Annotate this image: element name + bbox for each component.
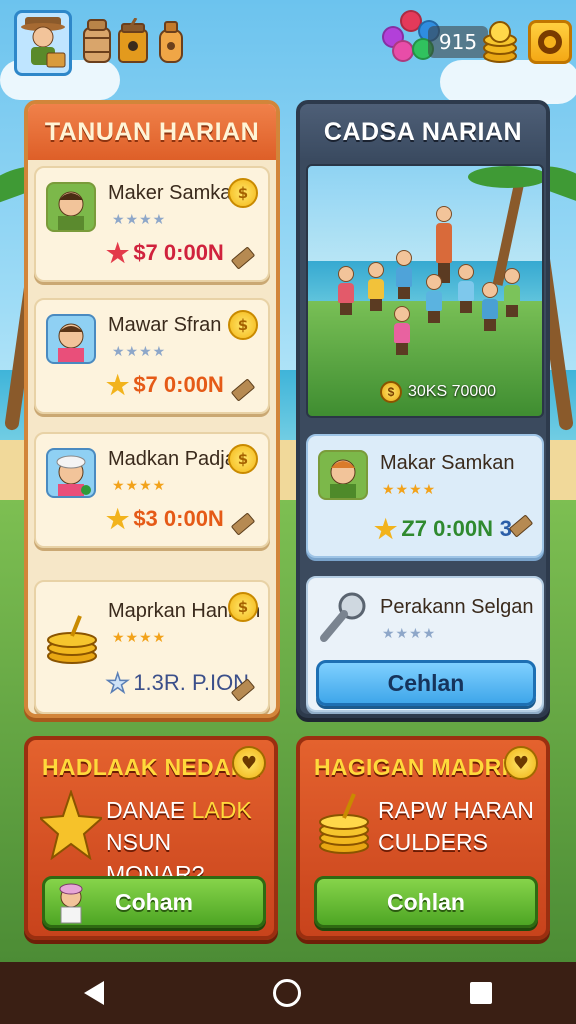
menu-button[interactable] [528, 20, 572, 64]
player-avatar-icon[interactable] [14, 10, 72, 76]
task-card[interactable]: Mawar Sfran ★★★★ ★ $7 0:00N $ [34, 298, 270, 414]
character-avatar-icon [46, 314, 96, 364]
person-figure [458, 264, 474, 313]
task-name: Perakann Selgan [380, 596, 534, 618]
potion-bottle-icon[interactable] [154, 18, 188, 66]
task-stars: ★★★★ [112, 478, 167, 494]
coin-icon[interactable]: $ [228, 592, 258, 622]
task-name: Mawar Sfran [108, 314, 222, 336]
person-figure [396, 250, 412, 299]
special-tasks-panel: CADSA NARIAN $ 30KS 70000 Makar Samkan ★… [296, 100, 550, 718]
barrel-icon[interactable] [80, 18, 114, 66]
star-icon: ★ [106, 504, 130, 534]
task-name: Makar Samkan [380, 452, 515, 474]
scene-prize-label: $ 30KS 70000 [376, 378, 504, 406]
character-avatar-icon [318, 450, 368, 500]
task-reward: ★ $3 0:00N [106, 504, 224, 534]
character-avatar-icon [46, 448, 96, 498]
recent-apps-icon[interactable] [469, 982, 492, 1004]
promo-title: HAGIGAN MADRIK [314, 754, 526, 780]
task-stars: ★★★★ [382, 482, 437, 498]
star-icon: ★ [105, 667, 130, 699]
task-reward: ★ $7 0:00N [106, 370, 224, 400]
home-icon[interactable] [272, 979, 301, 1007]
coin-icon: $ [380, 381, 402, 403]
task-card[interactable]: Maker Samkan ★★★★ ★ $7 0:00N $ [34, 166, 270, 282]
daily-tasks-title: TANUAN HARIAN [28, 104, 276, 160]
person-figure [426, 274, 442, 323]
coin-icon[interactable]: $ [228, 178, 258, 208]
task-card[interactable]: Madkan Padjan ★★★★ ★ $3 0:00N $ [34, 432, 270, 548]
star-icon: ★ [374, 514, 398, 544]
magnifier-icon [320, 592, 366, 642]
task-name: Madkan Padjan [108, 448, 247, 470]
top-bar: 915 [10, 8, 572, 76]
gold-star-icon [40, 790, 102, 860]
promo-text: RAPW HARAN CULDERS [378, 797, 534, 855]
special-task-card[interactable]: Perakann Selgan ★★★★ Cehlan [306, 576, 544, 712]
star-icon: ★ [106, 370, 130, 400]
promo-title: HADLAAK NEDAHI! [42, 754, 263, 780]
promo-card-left: HADLAAK NEDAHI! ♥ DANAE LADK NSUN MONAR?… [24, 736, 278, 940]
person-figure [338, 266, 354, 315]
gold-coins-icon [319, 793, 369, 854]
cehlan-button[interactable]: Cehlan [316, 660, 536, 706]
character-avatar-icon [46, 182, 96, 232]
coin-icon[interactable]: $ [228, 310, 258, 340]
group-scene-image: $ 30KS 70000 [306, 164, 544, 418]
edit-pencil-icon[interactable] [230, 246, 256, 270]
task-reward: ★ $7 0:00N [106, 238, 224, 268]
special-tasks-title: CADSA NARIAN [300, 104, 546, 160]
heart-badge-icon[interactable]: ♥ [232, 746, 266, 780]
gold-coins-icon [47, 615, 97, 664]
person-figure [394, 306, 410, 355]
task-name: Maker Samkan [108, 182, 243, 204]
promo-card-right: HAGIGAN MADRIK ♥ RAPW HARAN CULDERS Cohl… [296, 736, 550, 940]
palm-leaf [468, 166, 542, 188]
task-stars: ★★★★ [382, 626, 437, 642]
character-icon [59, 883, 83, 924]
task-reward: ★ 1.3R. P.ION [105, 667, 250, 699]
task-stars: ★★★★ [112, 212, 167, 228]
honey-jar-icon[interactable] [116, 18, 150, 66]
person-figure [504, 268, 520, 317]
star-icon: ★ [106, 238, 130, 268]
person-figure [482, 282, 498, 331]
task-stars: ★★★★ [112, 344, 167, 360]
system-nav-bar [0, 962, 576, 1024]
menu-icon [538, 30, 562, 54]
person-figure [436, 206, 452, 283]
task-card[interactable]: Maprkan Hankan ★★★★ ★ 1.3R. P.ION $ [34, 580, 270, 714]
edit-pencil-icon[interactable] [508, 514, 534, 538]
edit-pencil-icon[interactable] [230, 378, 256, 402]
coin-icon[interactable]: $ [228, 444, 258, 474]
coham-button[interactable]: Coham [42, 876, 266, 928]
person-figure [368, 262, 384, 311]
special-task-card[interactable]: Makar Samkan ★★★★ ★ Z7 0:00N 3 [306, 434, 544, 558]
task-stars: ★★★★ [112, 630, 167, 646]
task-reward: ★ Z7 0:00N [374, 514, 494, 544]
heart-badge-icon[interactable]: ♥ [504, 746, 538, 780]
edit-pencil-icon[interactable] [230, 512, 256, 536]
coin-stack-icon[interactable] [480, 20, 520, 64]
daily-tasks-panel: TANUAN HARIAN Maker Samkan ★★★★ ★ $7 0:00… [24, 100, 280, 718]
back-icon[interactable] [84, 981, 105, 1005]
cohlan-button[interactable]: Cohlan [314, 876, 538, 928]
gem-count: 915 [428, 26, 488, 58]
